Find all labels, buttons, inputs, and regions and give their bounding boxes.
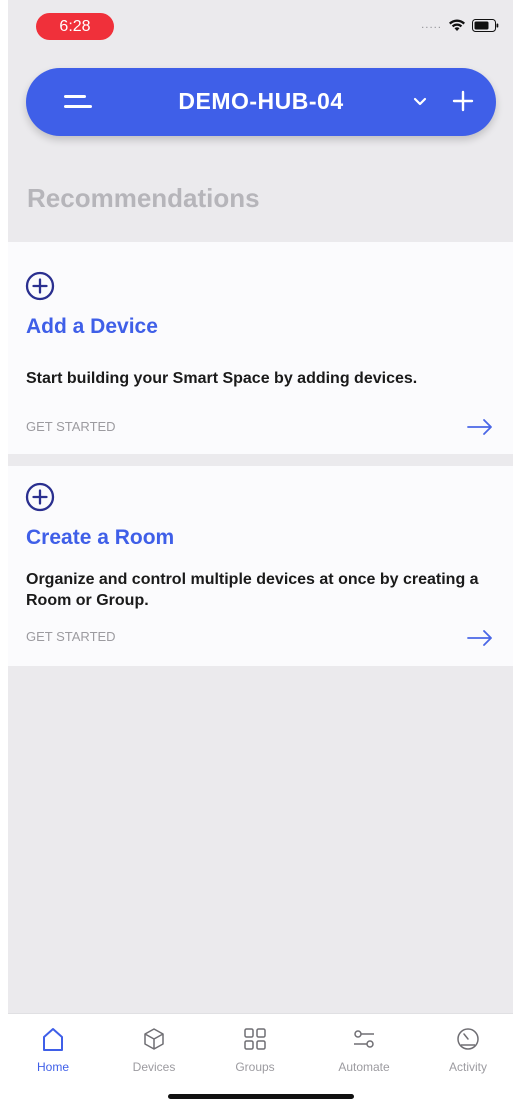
get-started-link[interactable]: GET STARTED [26, 629, 116, 644]
tab-label: Groups [235, 1060, 275, 1074]
grid-icon [244, 1028, 266, 1050]
sliders-icon [354, 1030, 374, 1048]
get-started-link[interactable]: GET STARTED [26, 419, 116, 434]
bottom-tab-bar: Home Devices Groups Automate Activity [8, 1013, 513, 1106]
battery-icon [472, 18, 499, 32]
add-icon[interactable] [450, 88, 476, 114]
card-title: Add a Device [26, 315, 158, 338]
home-indicator [168, 1094, 354, 1099]
cube-icon [144, 1028, 164, 1050]
hub-selector-bar: DEMO-HUB-04 [26, 68, 496, 136]
tab-home[interactable]: Home [18, 1026, 88, 1074]
circle-plus-icon [25, 271, 55, 301]
tab-automate[interactable]: Automate [329, 1026, 399, 1074]
home-icon [43, 1028, 63, 1051]
app-screen: 6:28 ..... DEMO-HUB-04 Recommendations A… [8, 0, 513, 1106]
status-time: 6:28 [36, 13, 114, 40]
recommendations-heading: Recommendations [27, 183, 260, 213]
gauge-icon [457, 1028, 479, 1050]
tab-label: Activity [448, 1060, 487, 1074]
wifi-icon [448, 18, 466, 32]
tab-groups[interactable]: Groups [220, 1026, 290, 1074]
arrow-right-icon[interactable] [465, 628, 495, 648]
create-room-card[interactable]: Create a Room Organize and control multi… [8, 466, 513, 666]
chevron-down-icon[interactable] [409, 90, 431, 112]
status-bar: 6:28 ..... [8, 0, 513, 50]
tab-devices[interactable]: Devices [119, 1026, 189, 1074]
card-title: Create a Room [26, 526, 175, 549]
tab-activity[interactable]: Activity [433, 1026, 503, 1074]
add-device-card[interactable]: Add a Device Start building your Smart S… [8, 242, 513, 454]
card-description: Organize and control multiple devices at… [26, 571, 479, 609]
tab-label: Automate [338, 1060, 390, 1074]
status-indicators: ..... [421, 18, 499, 32]
circle-plus-icon [25, 482, 55, 512]
arrow-right-icon[interactable] [465, 417, 495, 437]
signal-icon: ..... [421, 19, 442, 31]
card-description: Start building your Smart Space by addin… [26, 370, 418, 387]
tab-label: Devices [132, 1060, 176, 1074]
tab-label: Home [36, 1060, 69, 1074]
